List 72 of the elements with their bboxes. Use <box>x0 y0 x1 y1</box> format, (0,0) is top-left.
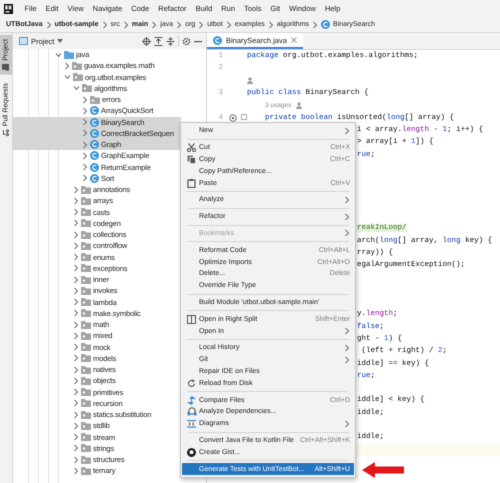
locate-icon[interactable] <box>142 36 151 46</box>
package-icon <box>81 354 91 362</box>
settings-icon[interactable] <box>182 36 191 46</box>
github-icon <box>187 448 196 457</box>
expand-all-icon[interactable] <box>154 36 163 46</box>
package-icon <box>81 320 91 329</box>
dropdown-caret-icon[interactable] <box>57 39 64 43</box>
class-icon <box>90 162 99 172</box>
compare-icon <box>187 396 196 405</box>
package-icon <box>81 388 91 396</box>
reload-icon <box>187 378 196 388</box>
package-icon <box>72 62 82 70</box>
package-icon <box>81 298 91 306</box>
package-icon <box>81 264 91 272</box>
package-icon <box>81 332 91 340</box>
package-icon <box>81 208 91 216</box>
override-icon <box>229 114 237 122</box>
package-icon <box>81 422 91 430</box>
scissors-icon <box>187 143 196 152</box>
chevron-icon <box>198 20 204 28</box>
pull-request-icon <box>2 129 10 136</box>
class-icon <box>90 151 99 160</box>
package-icon <box>81 343 91 352</box>
package-icon <box>81 230 91 239</box>
split-view-icon <box>187 314 196 324</box>
author-icon <box>296 102 302 109</box>
chevron-icon <box>151 20 158 28</box>
package-icon <box>81 309 91 318</box>
dependencies-icon <box>186 407 196 416</box>
project-window-icon <box>19 37 28 45</box>
package-icon <box>90 96 100 104</box>
package-icon <box>82 84 92 92</box>
chevron-icon <box>122 20 129 28</box>
package-icon <box>81 444 91 452</box>
class-icon <box>321 20 330 29</box>
package-icon <box>81 366 91 374</box>
chevron-icon <box>46 20 52 28</box>
package-icon <box>81 456 91 464</box>
app-logo-icon <box>4 4 13 14</box>
package-icon <box>81 466 91 475</box>
chevron-icon <box>176 20 182 28</box>
collapse-all-icon[interactable] <box>166 36 175 46</box>
class-icon <box>213 36 222 44</box>
package-icon <box>81 219 91 228</box>
package-icon <box>81 376 91 385</box>
chevron-icon <box>226 20 232 28</box>
package-icon <box>81 242 91 250</box>
package-icon <box>81 410 91 419</box>
pointer-arrow <box>362 462 404 478</box>
author-icon <box>247 77 253 84</box>
chevron-icon <box>102 20 108 28</box>
class-icon <box>90 106 99 116</box>
class-icon <box>90 128 99 138</box>
clipboard-icon <box>187 178 196 188</box>
package-icon <box>81 253 91 262</box>
fold-icon <box>241 114 247 120</box>
class-icon <box>90 140 99 150</box>
package-icon <box>81 186 91 194</box>
package-icon <box>81 286 91 295</box>
close-icon[interactable] <box>290 37 297 43</box>
package-icon <box>81 276 91 284</box>
diagram-icon <box>187 419 196 428</box>
package-icon <box>81 196 91 205</box>
folder-icon <box>2 64 10 71</box>
package-icon <box>81 399 91 408</box>
copy-icon <box>187 154 196 164</box>
class-icon <box>90 174 99 183</box>
package-icon <box>73 73 83 82</box>
package-icon <box>81 433 91 442</box>
chevron-icon <box>268 20 274 28</box>
chevron-icon <box>312 20 318 28</box>
class-icon <box>90 118 99 127</box>
